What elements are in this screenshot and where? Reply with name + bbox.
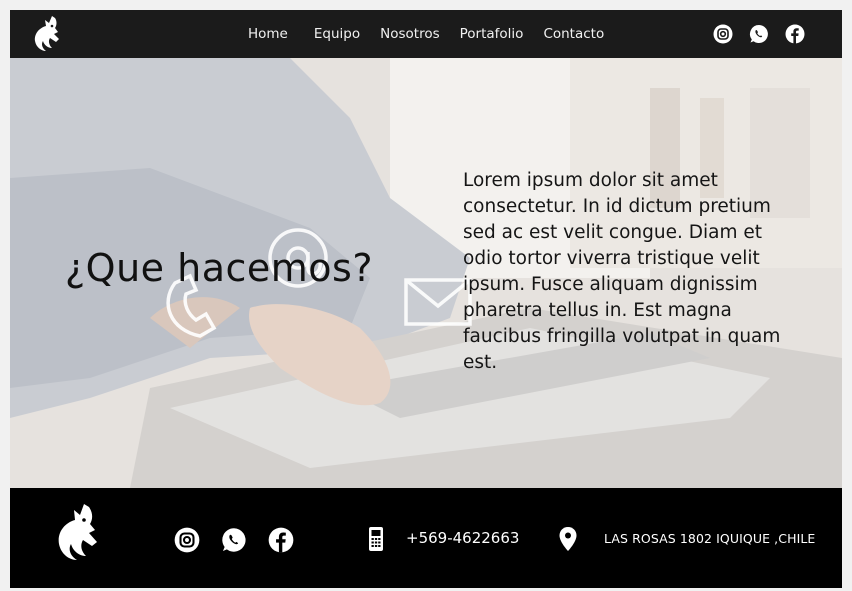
dragon-logo-icon[interactable]: [30, 14, 64, 54]
instagram-icon[interactable]: [711, 22, 735, 46]
top-navbar: Home Equipo Nosotros Portafolio Contacto: [10, 10, 842, 58]
whatsapp-icon[interactable]: [220, 526, 248, 554]
phone-number[interactable]: +569-4622663: [406, 529, 519, 547]
facebook-icon[interactable]: [267, 526, 295, 554]
footer: +569-4622663 LAS ROSAS 1802 IQUIQUE ,CHI…: [10, 488, 842, 588]
social-links-footer: [173, 526, 314, 554]
nav-nosotros[interactable]: Nosotros: [380, 26, 440, 42]
hero-title: ¿Que hacemos?: [65, 246, 373, 290]
nav-home[interactable]: Home: [248, 26, 288, 42]
dragon-logo-icon[interactable]: [52, 502, 102, 564]
whatsapp-icon[interactable]: [747, 22, 771, 46]
instagram-icon[interactable]: [173, 526, 201, 554]
nav-equipo[interactable]: Equipo: [314, 26, 360, 42]
address: LAS ROSAS 1802 IQUIQUE ,CHILE: [604, 531, 816, 546]
social-links-top: [711, 22, 819, 46]
mobile-phone-icon: [369, 527, 383, 551]
page: Home Equipo Nosotros Portafolio Contacto: [10, 10, 842, 588]
hero-section: ¿Que hacemos? Lorem ipsum dolor sit amet…: [10, 58, 842, 488]
nav-portafolio[interactable]: Portafolio: [460, 26, 524, 42]
facebook-icon[interactable]: [783, 22, 807, 46]
location-pin-icon: [559, 527, 577, 551]
nav-contacto[interactable]: Contacto: [543, 26, 604, 42]
main-menu: Home Equipo Nosotros Portafolio Contacto: [248, 10, 624, 58]
hero-description: Lorem ipsum dolor sit amet consectetur. …: [463, 170, 781, 373]
